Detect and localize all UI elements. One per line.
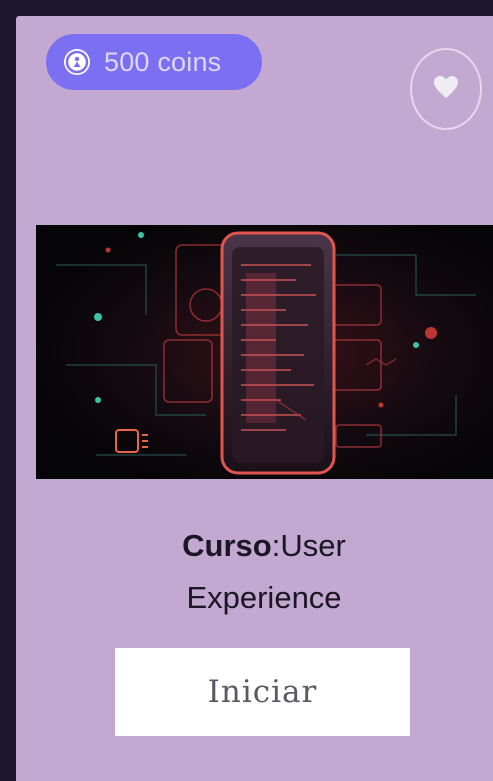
course-title-prefix: Curso [182, 528, 272, 563]
course-title: Curso:User Experience [16, 520, 493, 624]
favorite-button[interactable] [410, 48, 482, 130]
course-card: 500 coins Curso:User Experience Iniciar [16, 16, 493, 781]
course-image [36, 225, 493, 479]
course-title-name-part-1: User [280, 528, 346, 563]
course-title-line-1: Curso:User [16, 520, 493, 572]
heart-icon [432, 74, 460, 105]
start-course-button[interactable]: Iniciar [115, 648, 410, 736]
coin-icon [64, 49, 90, 75]
page: 500 coins Curso:User Experience Iniciar [0, 0, 493, 781]
course-title-line-2: Experience [186, 580, 342, 615]
coins-badge: 500 coins [46, 34, 262, 90]
coins-label: 500 coins [104, 46, 222, 77]
